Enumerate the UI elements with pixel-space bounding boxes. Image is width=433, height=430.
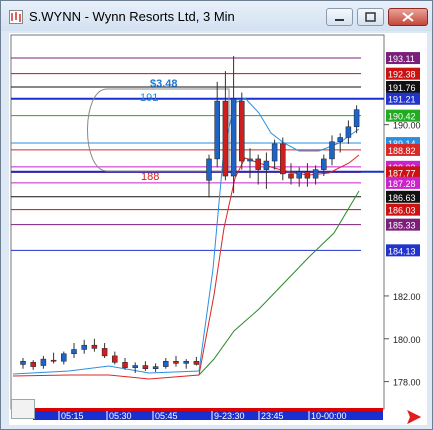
minimize-button[interactable]: [326, 8, 353, 26]
candle-body: [329, 141, 335, 160]
box-low-label: 188: [141, 171, 159, 183]
candle-body: [296, 171, 302, 179]
y-tick-label: 180.00: [393, 335, 421, 345]
x-tick-label: 10-00:00: [311, 411, 347, 421]
price-level-label: 184.13: [388, 246, 416, 256]
close-icon: [402, 12, 414, 22]
candle-body: [132, 365, 138, 368]
y-tick-label: 182.00: [393, 292, 421, 302]
price-level-label: 186.63: [388, 193, 416, 203]
x-tick-label: 05:30: [109, 411, 132, 421]
candle-body: [247, 158, 253, 162]
candle-body: [271, 143, 278, 162]
candle-body: [91, 344, 98, 349]
ema-mid-line: [12, 154, 360, 380]
x-tick-label: 23:45: [261, 411, 284, 421]
price-level-label: 188.82: [388, 146, 416, 156]
candle-body: [239, 100, 245, 162]
y-tick-label: 178.00: [393, 378, 421, 388]
price-level-label: 187.28: [388, 179, 416, 189]
price-chart[interactable]: 193.11192.38191.76191.21190.42189.14188.…: [9, 33, 427, 425]
ema-slow-line: [198, 190, 360, 376]
candle-body: [214, 100, 220, 160]
candle-body: [112, 355, 118, 363]
x-tick-label: 05:45: [155, 411, 178, 421]
candle-body: [345, 126, 352, 138]
candle-body: [142, 365, 149, 369]
candle-body: [101, 348, 108, 357]
candle-body: [163, 360, 169, 367]
minimize-icon: [335, 19, 344, 21]
ema-fast-line: [12, 97, 360, 375]
title-bar[interactable]: S.WYNN - Wynn Resorts Ltd, 3 Min: [1, 1, 432, 31]
scroll-handle[interactable]: [11, 399, 35, 419]
price-level-label: 185.33: [388, 221, 416, 231]
candle-body: [20, 360, 26, 365]
candle-body: [312, 169, 319, 179]
price-levels: [11, 57, 384, 251]
candle-body: [81, 344, 87, 350]
candle-body: [30, 362, 36, 367]
candle-body: [353, 109, 360, 128]
candle-body: [206, 158, 212, 181]
candles: [20, 56, 360, 374]
candle-body: [222, 100, 229, 177]
candle-body: [183, 360, 189, 364]
price-axis: 193.11192.38191.76191.21190.42189.14188.…: [384, 52, 421, 388]
price-level-label: 191.76: [388, 83, 416, 93]
price-level-label: 191.21: [388, 95, 416, 105]
price-level-label: 192.38: [388, 70, 416, 80]
candle-body: [61, 353, 67, 362]
candle-body: [304, 171, 311, 179]
price-level-label: 193.11: [388, 54, 415, 64]
candle-body: [50, 359, 57, 362]
candle-body: [288, 173, 294, 179]
window-title: S.WYNN - Wynn Resorts Ltd, 3 Min: [29, 9, 235, 24]
chart-window: S.WYNN - Wynn Resorts Ltd, 3 Min 193.11 1…: [0, 0, 433, 430]
y-tick-label: 190.00: [393, 121, 421, 131]
candle-body: [71, 349, 77, 355]
x-tick-label: 9-23:30: [214, 411, 245, 421]
maximize-button[interactable]: [357, 8, 384, 26]
chart-app-icon: [9, 10, 23, 24]
time-axis: 05:15 05:30 05:45 9-23:30 23:45 10-00:00: [33, 408, 383, 421]
candle-body: [321, 158, 327, 170]
candle-body: [122, 362, 128, 368]
candle-body: [255, 158, 261, 170]
close-button[interactable]: [388, 8, 428, 26]
candle-body: [280, 143, 286, 175]
candle-body: [263, 160, 270, 170]
candle-body: [40, 358, 47, 366]
candle-body: [337, 137, 343, 143]
scroll-right-icon[interactable]: [407, 409, 422, 425]
box-label: $3.48: [150, 78, 178, 90]
plot-frame: [10, 34, 385, 410]
candle-body: [152, 366, 159, 369]
candle-body: [173, 360, 179, 364]
box-high-label: 191: [140, 92, 158, 104]
moving-averages: [12, 97, 360, 380]
candle-body: [230, 98, 237, 177]
chart-area[interactable]: 193.11192.38191.76191.21190.42189.14188.…: [9, 33, 427, 425]
maximize-icon: [365, 12, 376, 22]
price-level-label: 186.03: [388, 206, 416, 216]
candle-body: [193, 360, 200, 365]
x-tick-label: 05:15: [61, 411, 84, 421]
